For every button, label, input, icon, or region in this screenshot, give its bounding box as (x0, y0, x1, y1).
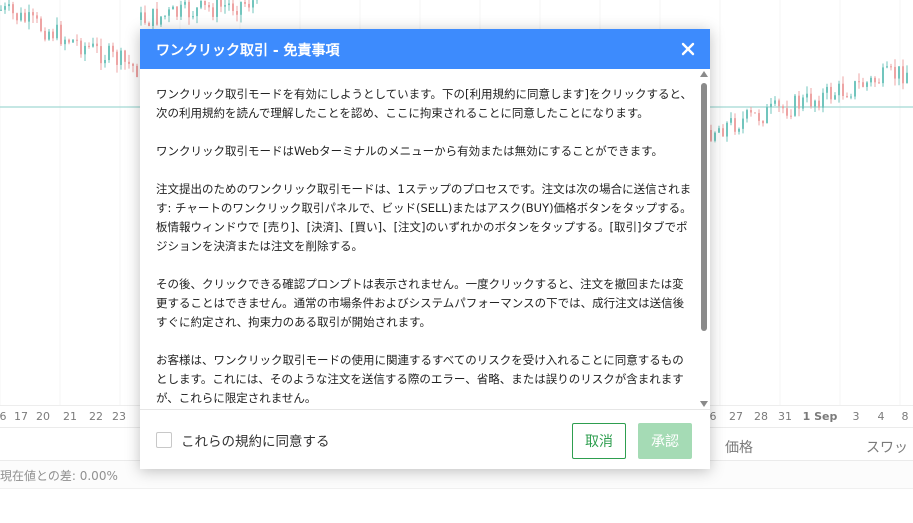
agree-label[interactable]: これらの規約に同意する (181, 430, 330, 450)
terms-paragraph: ワンクリック取引モードはWebターミナルのメニューから有効または無効にすることが… (156, 144, 664, 158)
cancel-button[interactable]: 取消 (572, 423, 626, 459)
accept-button[interactable]: 承認 (638, 423, 692, 459)
terms-paragraph: お客様は、ワンクリック取引モードの使用に関連するすべてのリスクを受け入れることに… (156, 353, 684, 405)
dialog-header: ワンクリック取引 - 免責事項 (140, 29, 710, 69)
terms-text: ワンクリック取引モードを有効にしようとしています。下の[利用規約に同意します]を… (156, 85, 692, 409)
scroll-up-arrow-icon[interactable] (700, 71, 708, 77)
dialog-body[interactable]: ワンクリック取引モードを有効にしようとしています。下の[利用規約に同意します]を… (140, 69, 710, 409)
scroll-down-arrow-icon[interactable] (700, 401, 708, 407)
terms-paragraph: ワンクリック取引モードを有効にしようとしています。下の[利用規約に同意します]を… (156, 87, 693, 120)
close-button[interactable] (676, 37, 700, 61)
terms-paragraph: 注文提出のためのワンクリック取引モードは、1ステップのプロセスです。注文は次の場… (156, 182, 692, 253)
one-click-disclaimer-dialog: ワンクリック取引 - 免責事項 ワンクリック取引モードを有効にしようとしています… (140, 29, 710, 469)
scrollbar-thumb[interactable] (701, 83, 707, 331)
close-icon (681, 42, 695, 56)
dialog-footer: これらの規約に同意する 取消 承認 (140, 409, 710, 469)
dialog-title: ワンクリック取引 - 免責事項 (156, 43, 340, 59)
agree-checkbox[interactable] (156, 432, 172, 448)
terms-paragraph: その後、クリックできる確認プロンプトは表示されません。一度クリックすると、注文を… (156, 277, 685, 329)
